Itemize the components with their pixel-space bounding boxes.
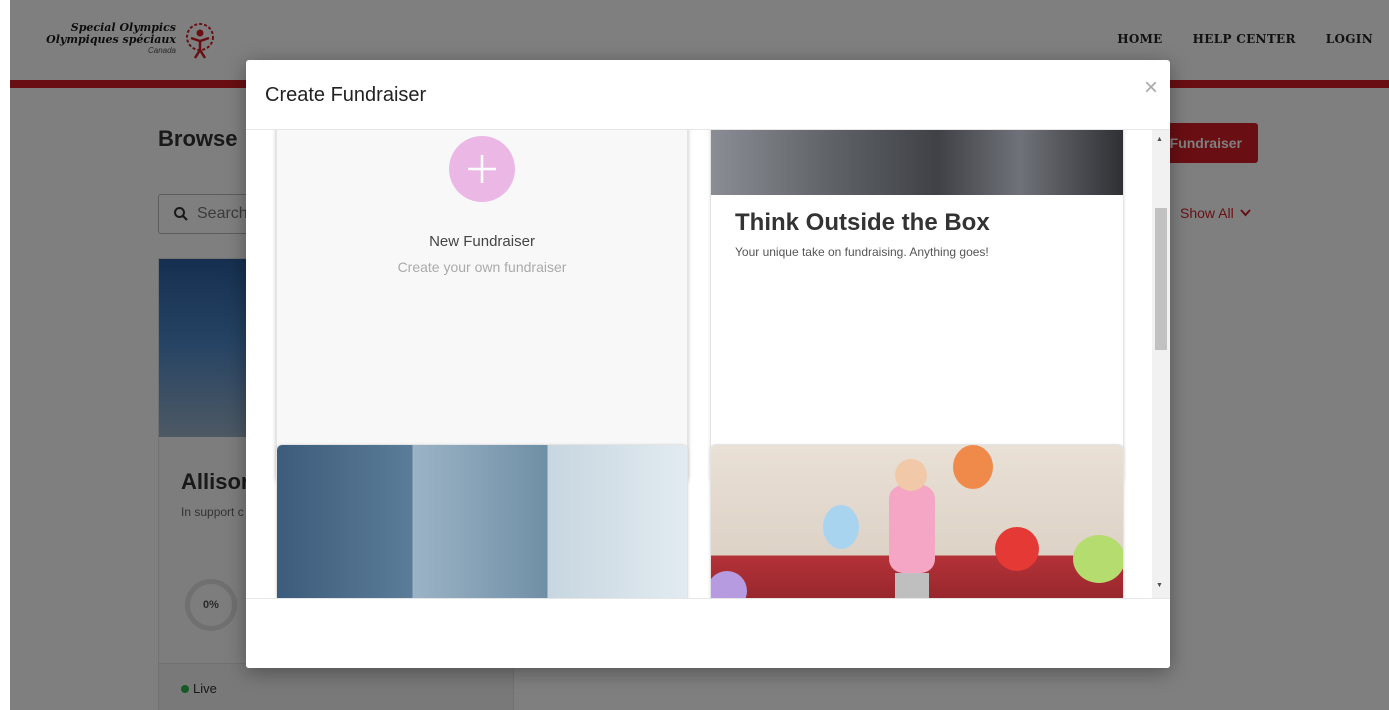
template-title: Think Outside the Box [735, 209, 990, 236]
scroll-up-icon[interactable]: ▲ [1156, 136, 1163, 143]
template-image [711, 445, 1123, 598]
template-title: New Fundraiser [429, 233, 535, 250]
template-subtitle: Your unique take on fundraising. Anythin… [735, 245, 989, 259]
scrollbar-thumb[interactable] [1155, 208, 1167, 350]
template-image [277, 445, 687, 598]
template-image [711, 130, 1123, 195]
modal-scrollbar[interactable]: ▲ ▼ [1152, 130, 1170, 598]
scroll-down-icon[interactable]: ▼ [1156, 582, 1163, 589]
modal-footer [246, 598, 1170, 668]
close-icon[interactable]: × [1144, 74, 1158, 102]
create-fundraiser-modal: Create Fundraiser × New Fundraiser Creat… [246, 60, 1170, 668]
template-subtitle: Create your own fundraiser [397, 259, 567, 275]
template-card-think-outside-the-box[interactable]: Think Outside the Box Your unique take o… [710, 130, 1124, 482]
modal-header: Create Fundraiser × [246, 60, 1170, 130]
modal-title: Create Fundraiser [265, 84, 427, 106]
plus-icon [449, 136, 515, 202]
modal-body: New Fundraiser Create your own fundraise… [246, 130, 1170, 598]
template-card-athletes[interactable] [276, 444, 688, 598]
template-card-new-fundraiser[interactable]: New Fundraiser Create your own fundraise… [276, 130, 688, 482]
template-card-balloons[interactable] [710, 444, 1124, 598]
balloons-illustration [711, 445, 1123, 598]
